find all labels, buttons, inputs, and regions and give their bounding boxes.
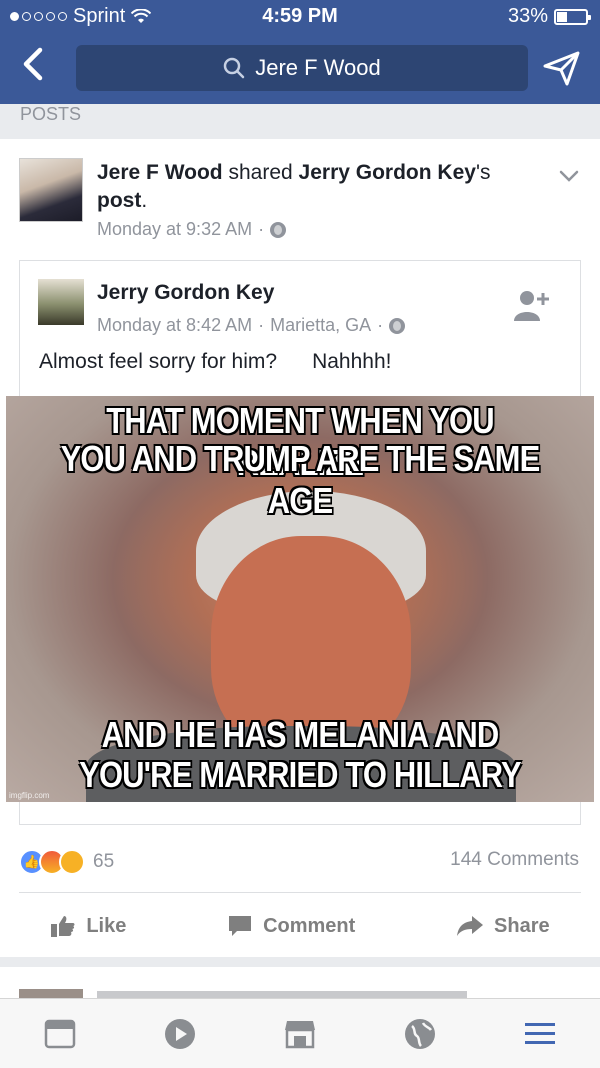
- share-button[interactable]: Share: [456, 914, 550, 938]
- shared-author-name[interactable]: Jerry Gordon Key: [97, 281, 274, 305]
- comment-button[interactable]: Comment: [227, 914, 355, 938]
- play-icon: [165, 1018, 195, 1049]
- globe-icon: [270, 221, 287, 238]
- search-query: Jere F Wood: [255, 55, 381, 80]
- share-label: Share: [494, 914, 550, 937]
- shared-post-message: Almost feel sorry for him? Nahhhh!: [39, 350, 392, 373]
- section-label-posts: POSTS: [0, 104, 600, 138]
- battery-status: 33%: [507, 5, 591, 28]
- shared-post-timestamp[interactable]: Monday at 8:42 AM: [97, 315, 252, 336]
- search-field[interactable]: Jere F Wood: [76, 45, 528, 91]
- comments-count[interactable]: 144 Comments: [450, 849, 579, 871]
- post-period: .: [141, 189, 148, 212]
- like-button[interactable]: Like: [50, 914, 126, 938]
- tab-marketplace[interactable]: [280, 1014, 320, 1054]
- share-arrow-icon: [457, 916, 484, 936]
- meme-watermark: imgflip.com: [9, 791, 50, 800]
- meme-bottom-line-1: AND HE HAS MELANIA AND: [101, 714, 500, 755]
- meme-bottom-line-2: YOU'RE MARRIED TO HILLARY: [79, 754, 522, 795]
- status-bar: Sprint 4:59 PM 33%: [0, 0, 600, 34]
- like-label: Like: [86, 914, 127, 937]
- post-header-text: Jere F Wood shared Jerry Gordon Key's po…: [97, 159, 537, 215]
- comment-icon: [229, 916, 252, 936]
- meme-top-line-2: YOU AND TRUMP ARE THE SAME AGE: [60, 438, 541, 521]
- reactions-summary[interactable]: 👍 65: [19, 849, 114, 875]
- thumbs-up-icon: [51, 916, 75, 937]
- post-timestamp[interactable]: Monday at 9:32 AM: [97, 219, 252, 240]
- battery-icon: [554, 8, 591, 25]
- shared-author-avatar[interactable]: [38, 279, 84, 325]
- chevron-down-icon[interactable]: [558, 165, 580, 187]
- top-bar: Sprint 4:59 PM 33% Jere F Wood: [0, 0, 600, 104]
- tab-news-feed[interactable]: [40, 1014, 80, 1054]
- reaction-count: 65: [93, 851, 115, 872]
- post-actions: Like Comment Share: [0, 904, 600, 948]
- hamburger-menu-icon: [525, 1022, 555, 1044]
- post-link[interactable]: post: [97, 189, 141, 212]
- comment-label: Comment: [263, 914, 356, 937]
- tab-notifications[interactable]: [400, 1014, 440, 1054]
- news-feed-icon: [44, 1019, 76, 1048]
- globe-icon: [405, 1018, 435, 1049]
- back-button[interactable]: [18, 44, 58, 88]
- chevron-left-icon: [23, 47, 43, 81]
- globe-icon: [389, 317, 406, 334]
- messenger-send-icon[interactable]: [542, 48, 582, 88]
- action-text: shared: [228, 161, 293, 184]
- haha-reaction-icon: [59, 849, 85, 875]
- battery-percent: 33%: [507, 5, 548, 27]
- marketplace-icon: [285, 1020, 315, 1048]
- meta-separator: ·: [258, 219, 265, 239]
- bottom-tab-bar: [0, 998, 600, 1068]
- tab-menu[interactable]: [520, 1014, 560, 1054]
- meta-separator: ·: [258, 315, 265, 335]
- meme-image[interactable]: THAT MOMENT WHEN YOU REALIZE YOU AND TRU…: [6, 396, 594, 802]
- post-meta: Monday at 9:32 AM ·: [97, 219, 287, 240]
- possessive-suffix: 's: [475, 161, 491, 184]
- add-friend-icon[interactable]: [512, 287, 552, 323]
- shared-post-location[interactable]: Marietta, GA: [270, 315, 371, 336]
- author-avatar[interactable]: [19, 158, 83, 222]
- author-name[interactable]: Jere F Wood: [97, 161, 223, 184]
- search-icon: [223, 57, 245, 79]
- shared-owner-name[interactable]: Jerry Gordon Key: [299, 161, 476, 184]
- meta-separator: ·: [377, 315, 384, 335]
- tab-video[interactable]: [160, 1014, 200, 1054]
- divider: [19, 892, 581, 893]
- shared-post-meta: Monday at 8:42 AM · Marietta, GA ·: [97, 315, 406, 336]
